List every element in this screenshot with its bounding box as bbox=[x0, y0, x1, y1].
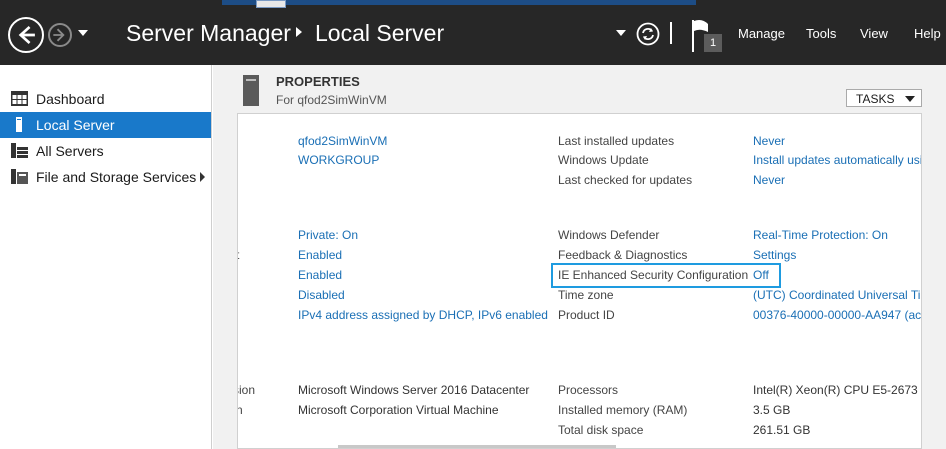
product-id-link[interactable]: 00376-40000-00000-AA947 (act bbox=[753, 308, 921, 322]
notification-count-badge: 1 bbox=[704, 34, 722, 52]
main-content: PROPERTIES For qfod2SimWinVM TASKS t rsi… bbox=[213, 65, 946, 449]
windows-update-label: Windows Update bbox=[558, 153, 649, 167]
processors-value: Intel(R) Xeon(R) CPU E5-2673 v3 bbox=[753, 383, 922, 397]
sidebar-item-local-server[interactable]: Local Server bbox=[0, 112, 211, 138]
processors-label: Processors bbox=[558, 383, 619, 397]
ethernet-link[interactable]: IPv4 address assigned by DHCP, IPv6 enab… bbox=[298, 308, 548, 322]
windows-defender-label: Windows Defender bbox=[558, 228, 660, 242]
sidebar: Dashboard Local Server All Servers File … bbox=[0, 65, 212, 449]
nic-teaming-link[interactable]: Disabled bbox=[298, 288, 345, 302]
workgroup-link[interactable]: WORKGROUP bbox=[298, 153, 379, 167]
forward-button[interactable] bbox=[48, 23, 72, 47]
sidebar-item-dashboard[interactable]: Dashboard bbox=[0, 86, 211, 112]
total-disk-label: Total disk space bbox=[558, 423, 644, 437]
menu-view[interactable]: View bbox=[860, 26, 888, 41]
ie-esc-highlight bbox=[551, 263, 781, 288]
breadcrumb-dropdown-icon[interactable] bbox=[616, 30, 626, 36]
windows-defender-link[interactable]: Real-Time Protection: On bbox=[753, 228, 888, 242]
submenu-chevron-icon[interactable] bbox=[200, 172, 205, 182]
remote-management-label: t bbox=[238, 248, 239, 262]
product-id-label: Product ID bbox=[558, 308, 615, 322]
feedback-diagnostics-link[interactable]: Settings bbox=[753, 248, 796, 262]
title-bar: Server Manager Local Server 1 Manage Too… bbox=[0, 0, 946, 65]
all-servers-icon bbox=[11, 143, 28, 158]
properties-panel: t rsion n qfod2SimWinVM WORKGROUP Privat… bbox=[237, 113, 922, 449]
sidebar-item-label: Local Server bbox=[36, 117, 115, 133]
total-disk-value: 261.51 GB bbox=[753, 423, 811, 437]
last-checked-label: Last checked for updates bbox=[558, 173, 693, 187]
installed-memory-label: Installed memory (RAM) bbox=[558, 403, 688, 417]
properties-subtitle: For qfod2SimWinVM bbox=[276, 93, 387, 107]
hardware-value: Microsoft Corporation Virtual Machine bbox=[298, 403, 499, 417]
installed-memory-value: 3.5 GB bbox=[753, 403, 791, 417]
sidebar-item-file-storage[interactable]: File and Storage Services bbox=[0, 164, 211, 190]
sidebar-item-label: Dashboard bbox=[36, 91, 105, 107]
firewall-link[interactable]: Private: On bbox=[298, 228, 358, 242]
arrow-right-icon bbox=[53, 28, 65, 42]
toolbar-divider bbox=[670, 22, 672, 44]
back-button[interactable] bbox=[8, 17, 44, 53]
file-storage-icon bbox=[11, 169, 28, 184]
last-installed-updates-link[interactable]: Never bbox=[753, 134, 785, 148]
menu-tools[interactable]: Tools bbox=[806, 26, 836, 41]
breadcrumb-separator-icon bbox=[296, 27, 302, 37]
window-caption-strip bbox=[222, 0, 696, 5]
sidebar-item-label: All Servers bbox=[36, 143, 104, 159]
properties-title: PROPERTIES bbox=[276, 74, 360, 89]
os-version-label: rsion bbox=[238, 383, 256, 397]
refresh-icon[interactable] bbox=[636, 22, 660, 46]
remote-desktop-link[interactable]: Enabled bbox=[298, 268, 342, 282]
dashboard-icon bbox=[11, 91, 28, 106]
remote-management-link[interactable]: Enabled bbox=[298, 248, 342, 262]
horizontal-scrollbar[interactable] bbox=[338, 445, 616, 448]
hardware-label: n bbox=[238, 403, 243, 417]
tasks-label: TASKS bbox=[856, 92, 895, 106]
server-tile-icon bbox=[243, 75, 259, 106]
last-installed-updates-label: Last installed updates bbox=[558, 134, 675, 148]
local-server-icon bbox=[16, 117, 22, 132]
windows-update-link[interactable]: Install updates automatically usi bbox=[753, 153, 921, 167]
menu-manage[interactable]: Manage bbox=[738, 26, 785, 41]
feedback-diagnostics-label: Feedback & Diagnostics bbox=[558, 248, 688, 262]
window-caption-icon bbox=[256, 0, 286, 8]
os-version-value: Microsoft Windows Server 2016 Datacenter bbox=[298, 383, 530, 397]
menu-help[interactable]: Help bbox=[914, 26, 941, 41]
breadcrumb-current: Local Server bbox=[315, 20, 445, 46]
last-checked-link[interactable]: Never bbox=[753, 173, 785, 187]
sidebar-item-all-servers[interactable]: All Servers bbox=[0, 138, 211, 164]
sidebar-item-label: File and Storage Services bbox=[36, 169, 197, 185]
breadcrumb-root[interactable]: Server Manager bbox=[126, 20, 291, 47]
computer-name-link[interactable]: qfod2SimWinVM bbox=[298, 134, 387, 148]
arrow-left-icon bbox=[18, 26, 35, 44]
nav-history-dropdown-icon[interactable] bbox=[78, 30, 88, 36]
time-zone-label: Time zone bbox=[558, 288, 614, 302]
chevron-down-icon bbox=[905, 96, 915, 102]
tasks-dropdown-button[interactable]: TASKS bbox=[846, 89, 922, 107]
time-zone-link[interactable]: (UTC) Coordinated Universal Tim bbox=[753, 288, 921, 302]
